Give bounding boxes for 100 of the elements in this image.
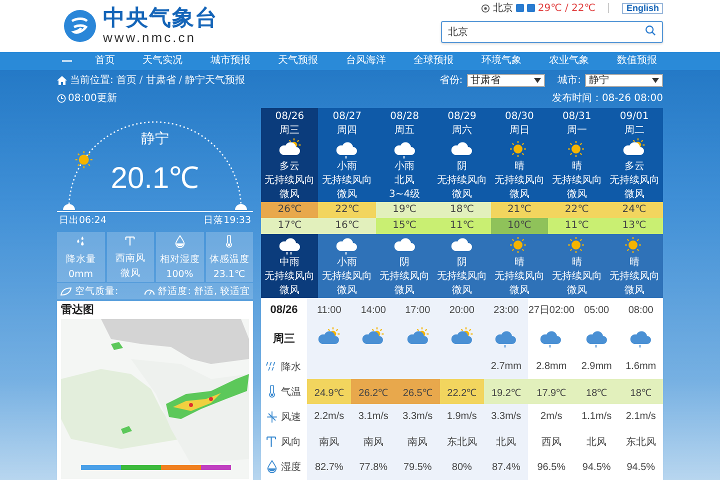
breadcrumb-link[interactable]: 甘肃省 <box>146 73 176 87</box>
day-column[interactable]: 08/27 周四 小雨 无持续风向 微风 22℃ 16℃ 小雨 无持续风向 微风 <box>318 108 376 298</box>
selector-label: 城市: <box>558 74 581 87</box>
wind-direction: 无持续风向 <box>380 270 430 284</box>
table-cell-text: 2.8mm <box>535 360 568 374</box>
nav-link[interactable]: 城市预报 <box>204 52 256 70</box>
caret-icon <box>652 78 659 82</box>
day-column[interactable]: 08/26 周三 多云 无持续风向 微风 26℃ 17℃ 中雨 无持续风向 微风 <box>261 108 318 298</box>
search-field[interactable]: 北京 <box>441 21 663 43</box>
hour-time: 08:00 <box>627 304 654 318</box>
high-temperature: 24℃ <box>606 202 663 218</box>
day-column[interactable]: 09/01 周二 多云 无持续风向 微风 24℃ 13℃ 晴 无持续风向 微风 <box>606 108 663 298</box>
hour-time: 20:00 <box>440 298 484 322</box>
location-icon <box>480 4 490 12</box>
temperature-cell: 24.9℃ <box>307 379 352 404</box>
weather-text: 小雨 <box>394 160 415 174</box>
day-column[interactable]: 08/29 周六 阴 无持续风向 微风 18℃ 11℃ 阴 无持续风向 微风 <box>433 108 491 298</box>
weather-text: 小雨 <box>337 160 358 174</box>
wind-level: 微风 <box>624 188 644 202</box>
search-icon[interactable] <box>645 25 656 36</box>
weather-text: 晴 <box>572 160 582 174</box>
humidity-drop-icon <box>265 460 279 474</box>
dropdown[interactable]: 甘肃省 <box>466 74 545 86</box>
wind-level: 微风 <box>337 188 358 202</box>
nav-link[interactable]: 天气预报 <box>272 52 324 70</box>
wind-level: 微风 <box>394 284 415 298</box>
breadcrumb-link[interactable]: 首页 <box>116 73 136 87</box>
stat-label: 西南风 <box>115 252 146 264</box>
stat-value: 0mm <box>68 269 94 280</box>
low-temperature: 11℃ <box>433 218 491 234</box>
table-cell: 3.3m/s <box>396 404 440 430</box>
stat-label: 降水量 <box>66 252 96 266</box>
nav-link[interactable]: 数值预报 <box>610 52 663 70</box>
wind-level: 微风 <box>452 284 472 298</box>
table-cell: 3.1m/s <box>351 404 396 430</box>
nav-link[interactable]: 首页 <box>88 52 121 70</box>
high-temperature: 26℃ <box>261 202 318 218</box>
wind-direction: 北风 <box>394 174 415 188</box>
logo-icon <box>63 9 97 43</box>
nav-link[interactable]: 台风海洋 <box>340 52 392 70</box>
row-label: 湿度 <box>281 460 301 474</box>
wind-level: 微风 <box>509 188 530 202</box>
humidity-drop-icon <box>172 235 187 249</box>
nav-link[interactable]: 全球预报 <box>408 52 460 70</box>
high-temperature: 18℃ <box>433 202 491 218</box>
day-column[interactable]: 08/28 周五 小雨 北风 3~4级 19℃ 15℃ 阴 无持续风向 微风 <box>376 108 434 298</box>
wind-level: 微风 <box>337 284 358 298</box>
weekday: 周四 <box>337 124 358 138</box>
table-cell-text: 2m/s <box>540 410 564 424</box>
weekday: 周六 <box>452 124 472 138</box>
low-temperature: 15℃ <box>376 218 434 234</box>
wind-level: 微风 <box>280 188 300 202</box>
wind-vane-icon <box>265 435 279 450</box>
wind-level: 微风 <box>566 284 587 298</box>
high-temperature: 19℃ <box>376 202 434 218</box>
dropdown[interactable]: 静宁 <box>585 74 663 86</box>
clock-icon <box>57 94 66 102</box>
wind-direction: 无持续风向 <box>609 174 660 188</box>
radar-title: 雷达图 <box>61 302 95 318</box>
weekday: 周五 <box>394 124 415 138</box>
day-column[interactable]: 08/30 周日 晴 无持续风向 微风 21℃ 10℃ 晴 无持续风向 微风 <box>490 108 548 298</box>
stat-value: 100% <box>166 269 194 280</box>
air-quality-label: 空气质量: <box>75 284 118 298</box>
temperature-cell: 17.9℃ <box>528 379 574 404</box>
row-label: 风向 <box>281 436 301 450</box>
weather-text: 阴 <box>456 256 467 270</box>
selector-label: 省份: <box>439 74 463 87</box>
table-cell: 南风 <box>351 430 396 455</box>
nav-link[interactable]: 天气实况 <box>136 52 189 70</box>
gauge-icon <box>144 286 155 296</box>
forecast-date: 08/27 <box>332 110 362 124</box>
table-cell: 2.7mm <box>484 354 528 380</box>
forecast-date: 08/30 <box>505 110 534 124</box>
nav-link[interactable]: 农业气象 <box>543 52 596 70</box>
low-temperature: 11℃ <box>548 218 606 234</box>
table-cell-text: 1.6mm <box>624 360 658 374</box>
wind-direction: 无持续风向 <box>436 174 487 188</box>
wind-direction: 无持续风向 <box>494 270 544 284</box>
wind-direction: 无持续风向 <box>264 174 315 188</box>
breadcrumb-link[interactable]: 静宁天气预报 <box>185 73 246 87</box>
weekday: 周二 <box>624 124 644 138</box>
weather-text: 晴 <box>514 256 524 270</box>
site-title: 中央气象台 <box>103 7 218 31</box>
hourly-date: 08/26 <box>269 303 299 318</box>
site-url: www.nmc.cn <box>103 31 197 45</box>
table-cell-text: 94.5% <box>581 460 612 475</box>
wind-direction: 无持续风向 <box>494 174 544 188</box>
table-cell: 2.2m/s <box>307 404 352 430</box>
day-column[interactable]: 08/31 周一 晴 无持续风向 微风 22℃ 11℃ 晴 无持续风向 微风 <box>548 108 606 298</box>
high-temperature: 22℃ <box>318 202 376 218</box>
language-link[interactable]: English <box>622 2 663 14</box>
table-cell-text: 北风 <box>586 436 608 450</box>
weather-text: 小雨 <box>337 256 358 270</box>
nav-link[interactable]: 环境气象 <box>475 52 528 70</box>
high-temperature: 22℃ <box>548 202 606 218</box>
table-cell: 82.7% <box>307 454 352 480</box>
wind-level: 微风 <box>566 188 587 202</box>
current-temperature: 20.1℃ <box>110 161 200 197</box>
row-label: 降水 <box>281 360 301 374</box>
city-name: 静宁 <box>141 130 169 148</box>
